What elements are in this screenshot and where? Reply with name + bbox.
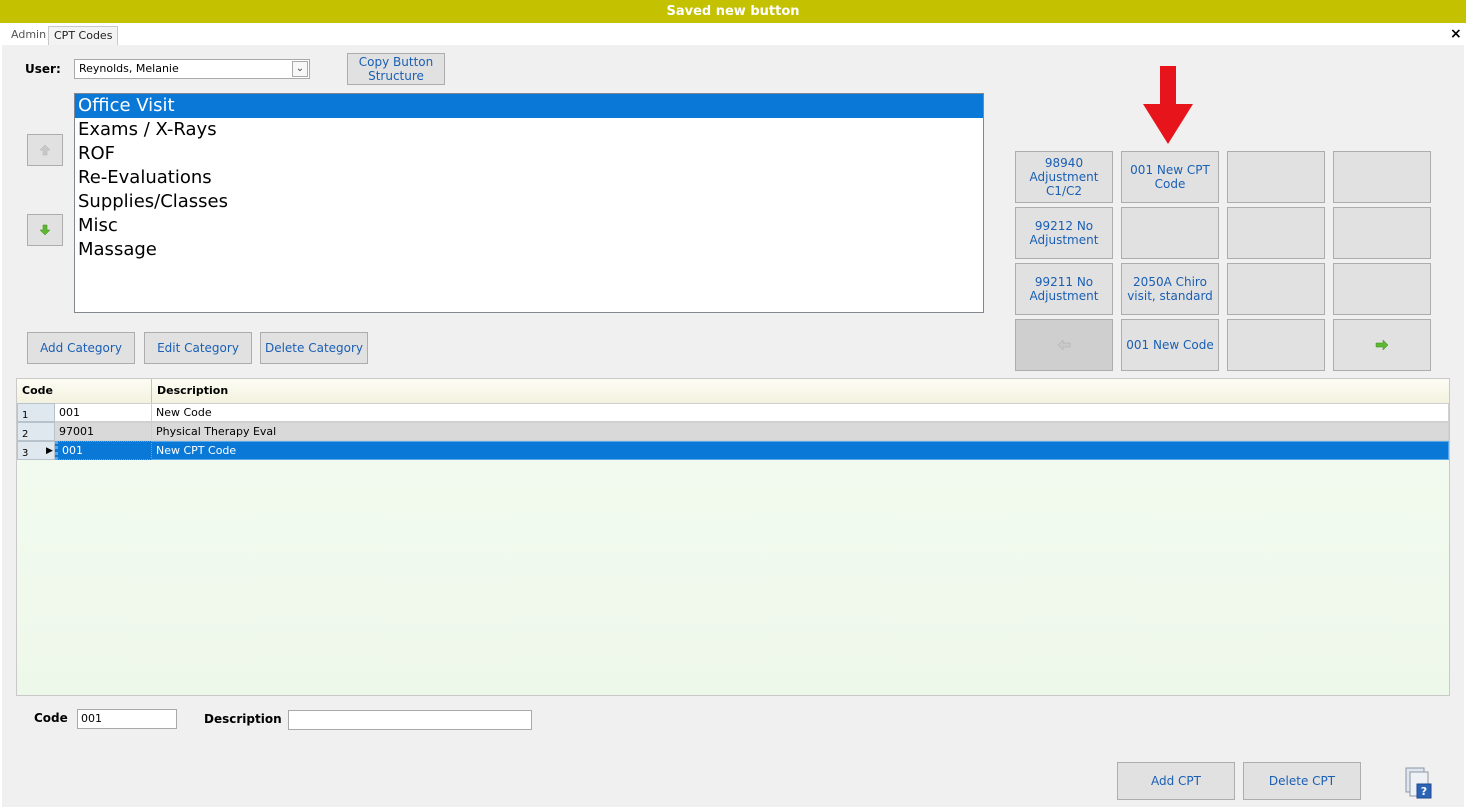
user-select-value: Reynolds, Melanie bbox=[79, 62, 179, 75]
arrow-left-icon bbox=[1057, 339, 1071, 351]
row-number: 1 bbox=[17, 403, 55, 422]
chevron-down-icon[interactable]: ⌄ bbox=[292, 61, 308, 77]
grid-button-r3c1[interactable]: 99211 No Adjustment bbox=[1015, 263, 1113, 315]
copy-button-structure-button[interactable]: Copy Button Structure bbox=[347, 53, 445, 85]
table-cell-code[interactable]: 97001 bbox=[55, 422, 152, 441]
table-cell-description[interactable]: Physical Therapy Eval bbox=[152, 422, 1449, 441]
category-item-misc[interactable]: Misc bbox=[75, 214, 983, 238]
add-cpt-button[interactable]: Add CPT bbox=[1117, 762, 1235, 800]
add-category-button[interactable]: Add Category bbox=[27, 332, 135, 364]
grid-button-r3c2[interactable]: 2050A Chiro visit, standard bbox=[1121, 263, 1219, 315]
close-icon[interactable]: × bbox=[1450, 26, 1462, 42]
grid-button-r1c2[interactable]: 001 New CPT Code bbox=[1121, 151, 1219, 203]
svg-text:?: ? bbox=[1421, 785, 1427, 798]
table-row-selected[interactable]: 3 ▶ 001 New CPT Code bbox=[17, 441, 1449, 460]
arrow-right-icon bbox=[1375, 339, 1389, 351]
row-number: 2 bbox=[17, 422, 55, 441]
grid-button-r2c1[interactable]: 99212 No Adjustment bbox=[1015, 207, 1113, 259]
grid-button-r3c3[interactable] bbox=[1227, 263, 1325, 315]
status-banner: Saved new button bbox=[0, 0, 1466, 23]
row-number: 3 ▶ bbox=[17, 441, 55, 460]
help-icon[interactable]: ? bbox=[1404, 766, 1434, 800]
category-item-office-visit[interactable]: Office Visit bbox=[75, 94, 983, 118]
table-cell-code[interactable]: 001 bbox=[55, 403, 152, 422]
edit-category-button[interactable]: Edit Category bbox=[144, 332, 252, 364]
user-label: User: bbox=[25, 62, 61, 76]
description-label: Description bbox=[204, 712, 282, 726]
tab-bar bbox=[0, 23, 1466, 45]
grid-button-r1c4[interactable] bbox=[1333, 151, 1431, 203]
arrow-up-icon bbox=[39, 144, 51, 156]
prev-page-button[interactable] bbox=[1015, 319, 1113, 371]
table-cell-code[interactable]: 001 bbox=[55, 441, 152, 460]
category-item-re-evaluations[interactable]: Re-Evaluations bbox=[75, 166, 983, 190]
category-list[interactable]: Office Visit Exams / X-Rays ROF Re-Evalu… bbox=[74, 93, 984, 313]
arrow-down-icon bbox=[39, 224, 51, 236]
category-item-exams-xrays[interactable]: Exams / X-Rays bbox=[75, 118, 983, 142]
grid-button-r4c2[interactable]: 001 New Code bbox=[1121, 319, 1219, 371]
delete-cpt-button[interactable]: Delete CPT bbox=[1243, 762, 1361, 800]
row-pointer-icon: ▶ bbox=[46, 446, 53, 456]
description-input[interactable] bbox=[288, 710, 532, 730]
column-header-code[interactable]: Code bbox=[17, 379, 152, 403]
table-row[interactable]: 2 97001 Physical Therapy Eval bbox=[17, 422, 1449, 441]
next-page-button[interactable] bbox=[1333, 319, 1431, 371]
grid-button-r3c4[interactable] bbox=[1333, 263, 1431, 315]
category-item-supplies-classes[interactable]: Supplies/Classes bbox=[75, 190, 983, 214]
user-select[interactable]: Reynolds, Melanie ⌄ bbox=[74, 59, 310, 79]
grid-button-r1c3[interactable] bbox=[1227, 151, 1325, 203]
table-row[interactable]: 1 001 New Code bbox=[17, 403, 1449, 422]
table-header: Code Description bbox=[17, 379, 1449, 404]
grid-button-r2c2[interactable] bbox=[1121, 207, 1219, 259]
tab-admin[interactable]: Admin bbox=[6, 26, 51, 44]
code-input[interactable]: 001 bbox=[77, 709, 177, 729]
red-arrow-down-icon bbox=[1143, 66, 1193, 144]
table-cell-description[interactable]: New Code bbox=[152, 403, 1449, 422]
cpt-table: Code Description 1 001 New Code 2 97001 … bbox=[16, 378, 1450, 696]
move-down-button[interactable] bbox=[27, 214, 63, 246]
delete-category-button[interactable]: Delete Category bbox=[260, 332, 368, 364]
table-cell-description[interactable]: New CPT Code bbox=[152, 441, 1449, 460]
grid-button-r1c1[interactable]: 98940 Adjustment C1/C2 bbox=[1015, 151, 1113, 203]
move-up-button[interactable] bbox=[27, 134, 63, 166]
grid-button-r4c3[interactable] bbox=[1227, 319, 1325, 371]
tab-cpt-codes[interactable]: CPT Codes bbox=[48, 26, 119, 45]
grid-button-r2c4[interactable] bbox=[1333, 207, 1431, 259]
category-item-rof[interactable]: ROF bbox=[75, 142, 983, 166]
category-item-massage[interactable]: Massage bbox=[75, 238, 983, 262]
column-header-description[interactable]: Description bbox=[152, 379, 1449, 403]
grid-button-r2c3[interactable] bbox=[1227, 207, 1325, 259]
code-label: Code bbox=[34, 711, 68, 725]
